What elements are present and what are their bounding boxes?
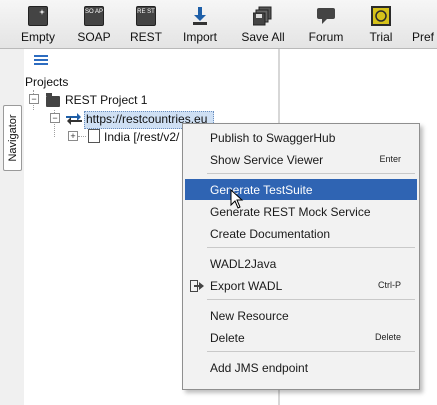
rest-glyph: RE ST <box>136 6 156 26</box>
rest-icon: RE ST <box>136 6 156 26</box>
soap-glyph: SO AP <box>84 6 104 26</box>
forum-icon <box>316 6 336 26</box>
trial-label: Trial <box>369 30 393 44</box>
project-collapse-toggle[interactable]: − <box>29 94 39 104</box>
import-label: Import <box>182 30 217 44</box>
resource-expand-toggle[interactable]: + <box>68 131 78 141</box>
menu-item-label: WADL2Java <box>210 257 277 271</box>
preferences-label: Pref <box>412 30 435 44</box>
menu-item-label: Export WADL <box>210 279 283 293</box>
service-collapse-toggle[interactable]: − <box>50 113 60 123</box>
empty-project-button[interactable]: Empty <box>12 0 64 48</box>
project-folder-icon <box>46 93 60 107</box>
menu-item-create-documentation[interactable]: Create Documentation <box>185 223 417 244</box>
tree-resource-node[interactable]: India [/rest/v2/ <box>104 130 179 144</box>
resource-icon <box>88 129 100 143</box>
forum-button[interactable]: Forum <box>302 0 350 48</box>
tree-toolbar <box>24 49 278 71</box>
main-toolbar: Empty SO AP SOAP RE ST REST Import Save … <box>0 0 437 49</box>
forum-label: Forum <box>308 30 344 44</box>
menu-item-publish-swaggerhub[interactable]: Publish to SwaggerHub <box>185 127 417 148</box>
menu-item-new-resource[interactable]: New Resource <box>185 305 417 326</box>
menu-item-add-jms-endpoint[interactable]: Add JMS endpoint <box>185 357 417 378</box>
rest-project-label: REST <box>129 30 162 44</box>
menu-item-label: Delete <box>210 331 245 345</box>
preferences-button[interactable]: Pref <box>406 0 437 48</box>
rest-project-button[interactable]: RE ST REST <box>122 0 170 48</box>
menu-separator <box>207 173 415 174</box>
rest-service-icon <box>66 112 82 126</box>
import-icon <box>190 6 210 26</box>
context-menu: Publish to SwaggerHub Show Service Viewe… <box>182 123 420 390</box>
menu-item-delete[interactable]: Delete Delete <box>185 327 417 348</box>
import-button[interactable]: Import <box>174 0 226 48</box>
menu-separator <box>207 247 415 248</box>
tree-root-label: Projects <box>25 75 69 89</box>
menu-item-generate-testsuite[interactable]: Generate TestSuite <box>185 179 417 200</box>
menu-item-export-wadl[interactable]: Export WADL Ctrl-P <box>185 275 417 296</box>
tree-line <box>78 136 86 137</box>
mouse-cursor-icon <box>230 188 244 209</box>
navigator-strip: Navigator <box>0 49 25 405</box>
menu-item-label: Add JMS endpoint <box>210 361 309 375</box>
menu-separator <box>207 351 415 352</box>
menu-item-label: Show Service Viewer <box>210 153 324 167</box>
export-icon <box>190 279 204 292</box>
preferences-icon <box>419 6 437 26</box>
menu-item-label: New Resource <box>210 309 289 323</box>
menu-item-shortcut: Delete <box>374 332 401 342</box>
trial-button[interactable]: Trial <box>358 0 404 48</box>
tree-project-node[interactable]: REST Project 1 <box>65 93 147 107</box>
menu-separator <box>207 299 415 300</box>
save-all-icon <box>252 6 273 26</box>
menu-item-wadl2java[interactable]: WADL2Java <box>185 253 417 274</box>
navigator-tab[interactable]: Navigator <box>3 105 22 171</box>
trial-icon <box>371 6 391 26</box>
menu-item-shortcut: Enter <box>379 154 401 164</box>
empty-project-icon <box>28 6 48 26</box>
soap-project-button[interactable]: SO AP SOAP <box>68 0 120 48</box>
menu-item-label: Generate TestSuite <box>210 183 313 197</box>
save-all-label: Save All <box>241 30 285 44</box>
list-view-icon[interactable] <box>34 55 48 66</box>
menu-item-shortcut: Ctrl-P <box>378 280 401 290</box>
menu-item-show-service-viewer[interactable]: Show Service Viewer Enter <box>185 149 417 170</box>
soap-icon: SO AP <box>84 6 104 26</box>
menu-item-generate-rest-mock-service[interactable]: Generate REST Mock Service <box>185 201 417 222</box>
empty-project-label: Empty <box>20 30 55 44</box>
soap-project-label: SOAP <box>77 30 111 44</box>
save-all-button[interactable]: Save All <box>236 0 290 48</box>
menu-item-label: Publish to SwaggerHub <box>210 131 336 145</box>
navigator-tab-label: Navigator <box>6 114 19 162</box>
menu-item-label: Create Documentation <box>210 227 331 241</box>
